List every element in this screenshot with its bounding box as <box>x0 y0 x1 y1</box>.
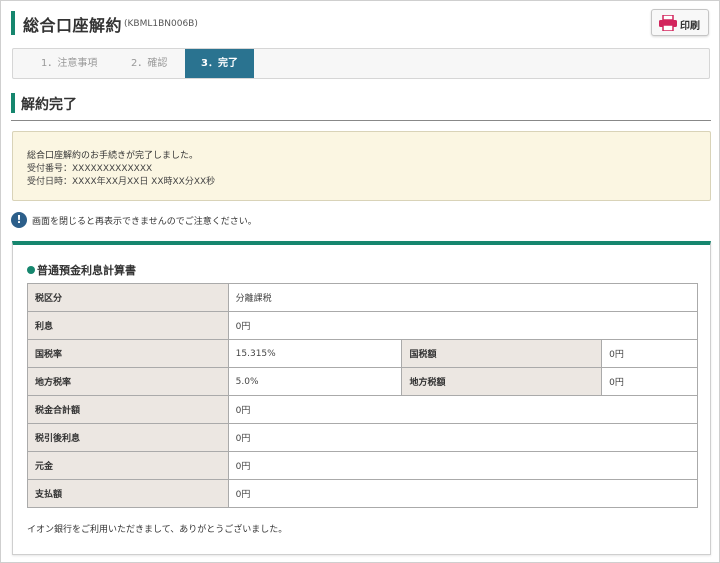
completion-message: 総合口座解約のお手続きが完了しました。 <box>27 151 199 161</box>
section-title: 解約完了 <box>21 97 77 113</box>
progress-steps: 1．注意事項 2．確認 3．完了 <box>12 48 710 79</box>
principal-value: 0円 <box>227 451 699 480</box>
national-tax-rate-value: 15.315% <box>227 339 403 368</box>
principal-label: 元金 <box>27 451 229 480</box>
payment-label: 支払額 <box>27 479 229 508</box>
statement-title: 普通預金利息計算書 <box>27 262 136 278</box>
local-tax-rate-label: 地方税率 <box>27 367 229 396</box>
local-tax-amount-value: 0円 <box>601 367 698 396</box>
warning-text: 画面を閉じると再表示できませんのでご注意ください。 <box>32 217 257 227</box>
page-header: 総合口座解約 (KBML1BN006B) 印刷 <box>11 9 711 39</box>
table-row: 元金 0円 <box>27 451 699 480</box>
tax-category-value: 分離課税 <box>227 283 699 312</box>
table-row: 国税率 15.315% 国税額 0円 <box>27 339 698 368</box>
interest-statement-panel: 普通預金利息計算書 税区分 分離課税 利息 0円 国税率 15.315% 国税額… <box>12 241 711 555</box>
interest-table: 税区分 分離課税 利息 0円 国税率 15.315% 国税額 0円 地方税率 5… <box>27 283 699 508</box>
exclamation-icon: ! <box>11 212 27 228</box>
thanks-message: イオン銀行をご利用いただきまして、ありがとうございました。 <box>27 525 288 535</box>
total-tax-label: 税金合計額 <box>27 395 229 424</box>
after-tax-interest-label: 税引後利息 <box>27 423 229 452</box>
local-tax-rate-value: 5.0% <box>227 367 403 396</box>
printer-icon <box>659 15 677 31</box>
header-accent-bar <box>11 11 15 35</box>
local-tax-amount-label: 地方税額 <box>401 367 603 396</box>
tax-category-label: 税区分 <box>27 283 229 312</box>
bullet-icon <box>27 266 35 274</box>
print-button-label: 印刷 <box>680 21 700 32</box>
completion-notice: 総合口座解約のお手続きが完了しました。 受付番号：XXXXXXXXXXXXX 受… <box>12 131 711 201</box>
interest-label: 利息 <box>27 311 229 340</box>
screen-code: (KBML1BN006B) <box>124 19 198 29</box>
step-confirm: 2．確認 <box>131 58 168 69</box>
step-complete: 3．完了 <box>185 49 254 78</box>
table-row: 支払額 0円 <box>27 479 699 508</box>
page-title: 総合口座解約 <box>23 16 123 35</box>
receipt-number: 受付番号：XXXXXXXXXXXXX <box>27 164 153 174</box>
table-row: 税金合計額 0円 <box>27 395 699 424</box>
after-tax-interest-value: 0円 <box>227 423 699 452</box>
total-tax-value: 0円 <box>227 395 699 424</box>
national-tax-rate-label: 国税率 <box>27 339 229 368</box>
interest-value: 0円 <box>227 311 699 340</box>
table-row: 税区分 分離課税 <box>27 283 699 312</box>
step-notes: 1．注意事項 <box>41 58 98 69</box>
print-button[interactable]: 印刷 <box>651 9 709 36</box>
statement-title-text: 普通預金利息計算書 <box>37 264 136 277</box>
table-row: 利息 0円 <box>27 311 699 340</box>
payment-value: 0円 <box>227 479 699 508</box>
section-accent-bar <box>11 93 15 113</box>
receipt-datetime: 受付日時：XXXX年XX月XX日 XX時XX分XX秒 <box>27 177 216 187</box>
table-row: 税引後利息 0円 <box>27 423 699 452</box>
national-tax-amount-value: 0円 <box>601 339 698 368</box>
table-row: 地方税率 5.0% 地方税額 0円 <box>27 367 698 396</box>
section-divider <box>11 120 711 121</box>
national-tax-amount-label: 国税額 <box>401 339 603 368</box>
